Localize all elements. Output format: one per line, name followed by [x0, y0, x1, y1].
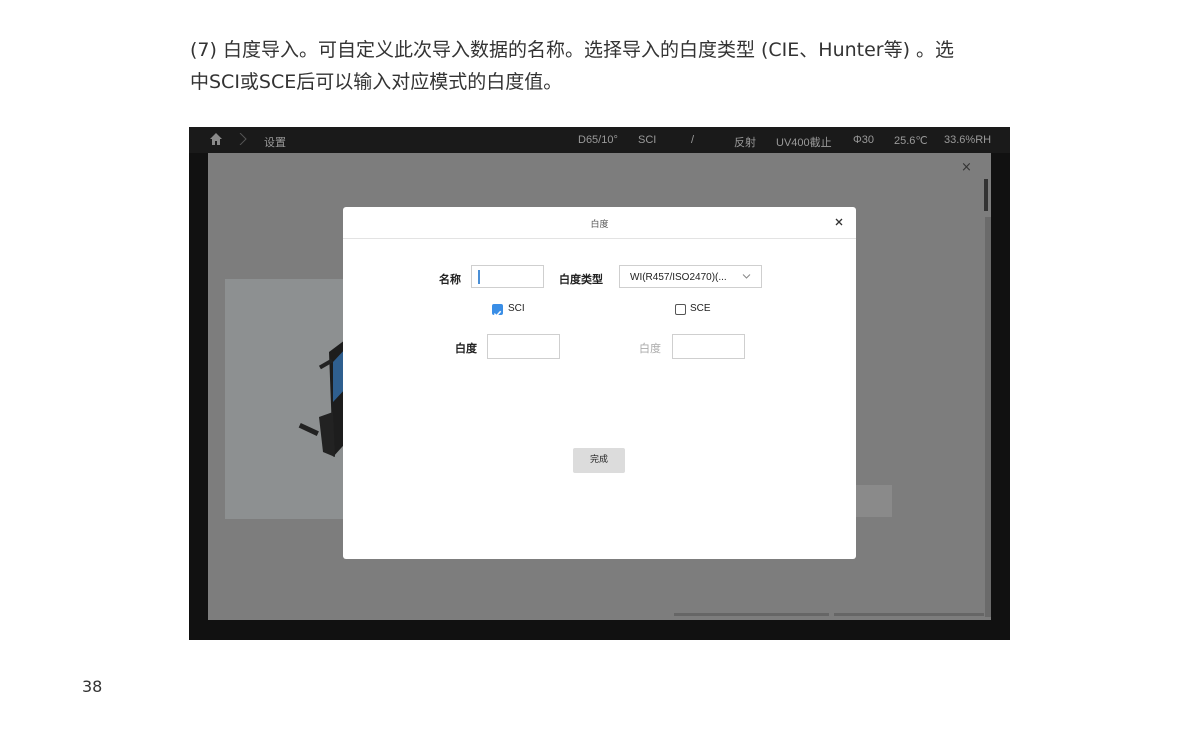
sce-whiteness-input[interactable]	[672, 334, 745, 359]
background-edge	[985, 217, 991, 617]
sce-label[interactable]: SCE	[690, 303, 711, 314]
sci-whiteness-label: 白度	[455, 342, 477, 355]
status-separator: /	[691, 134, 695, 146]
done-button[interactable]: 完成	[573, 448, 625, 473]
status-bar: 设置 D65/10° SCI / 反射 UV400截止 Φ30 25.6℃ 33…	[189, 127, 1010, 153]
instruction-paragraph: (7) 白度导入。可自定义此次导入数据的名称。选择导入的白度类型 (CIE、Hu…	[190, 34, 1020, 98]
sci-whiteness-input[interactable]	[487, 334, 560, 359]
home-icon[interactable]	[209, 132, 223, 146]
instruction-line-2: 中SCI或SCE后可以输入对应模式的白度值。	[190, 71, 563, 93]
background-line	[834, 613, 984, 616]
name-label: 名称	[439, 273, 461, 286]
whiteness-type-label: 白度类型	[559, 273, 603, 286]
checkmark-icon	[493, 310, 502, 317]
temperature-status: 25.6℃	[894, 135, 928, 147]
chevron-down-icon	[742, 274, 751, 279]
instruction-line-1: (7) 白度导入。可自定义此次导入数据的名称。选择导入的白度类型 (CIE、Hu…	[190, 39, 955, 61]
background-line	[674, 613, 829, 616]
background-bar	[984, 179, 988, 211]
aperture-status: Φ30	[853, 134, 875, 146]
page-number: 38	[82, 677, 103, 696]
dialog-divider	[343, 238, 856, 239]
name-input[interactable]	[471, 265, 544, 288]
dialog-title: 白度	[590, 220, 609, 230]
sci-label[interactable]: SCI	[508, 303, 525, 314]
text-cursor	[478, 270, 480, 284]
whiteness-type-select[interactable]: WI(R457/ISO2470)(...	[619, 265, 762, 288]
sci-checkbox[interactable]	[492, 304, 503, 317]
measure-status: 反射	[734, 137, 756, 149]
uv-status: UV400截止	[776, 137, 832, 149]
illuminant-status: D65/10°	[578, 134, 618, 146]
sce-checkbox[interactable]	[675, 304, 686, 315]
whiteness-dialog: 白度 名称 白度类型 WI(R457/ISO2470)(... SCI SCE …	[343, 207, 856, 559]
close-icon[interactable]	[832, 215, 846, 229]
humidity-status: 33.6%RH	[944, 134, 992, 146]
background-button	[854, 485, 892, 517]
breadcrumb[interactable]: 设置	[264, 134, 286, 150]
mode-status: SCI	[638, 134, 657, 146]
outer-close-icon[interactable]: ×	[961, 160, 972, 175]
chevron-right-icon	[239, 133, 247, 145]
device-screenshot: 设置 D65/10° SCI / 反射 UV400截止 Φ30 25.6℃ 33…	[189, 127, 1010, 640]
sce-whiteness-label: 白度	[639, 342, 661, 355]
whiteness-type-value: WI(R457/ISO2470)(...	[630, 272, 727, 283]
